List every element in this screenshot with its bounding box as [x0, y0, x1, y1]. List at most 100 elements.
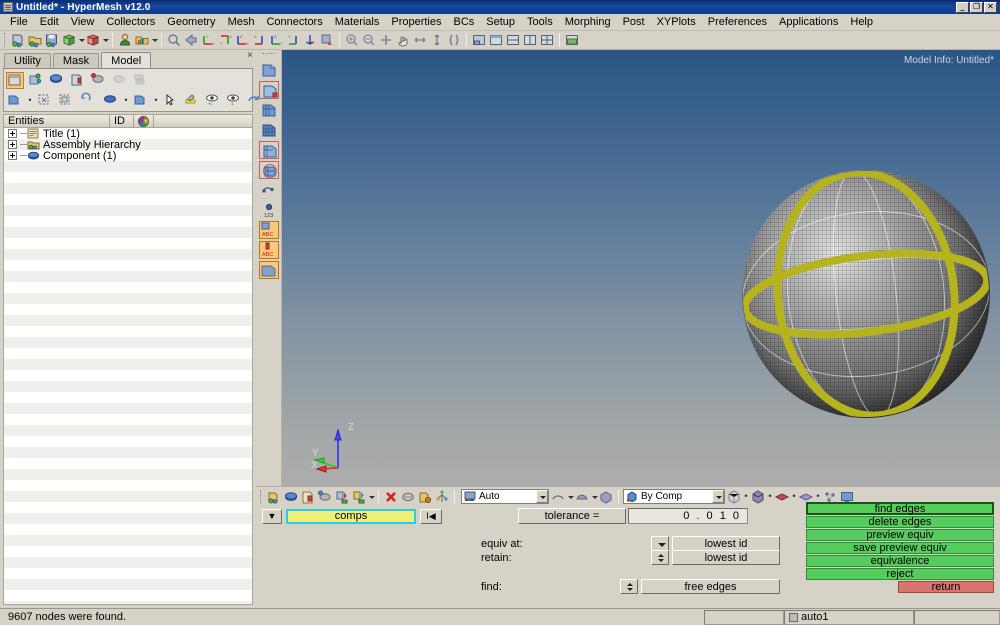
- clipping-icon[interactable]: [446, 32, 462, 48]
- graphics-viewport[interactable]: Model Info: Untitled* Z Y X: [282, 50, 1000, 486]
- menu-view[interactable]: View: [65, 15, 101, 29]
- color-mode-combo[interactable]: By Comp: [623, 489, 725, 504]
- view-yz-icon[interactable]: Y: [285, 32, 301, 48]
- export-solver-icon[interactable]: [351, 489, 367, 505]
- highlight-icon[interactable]: [183, 92, 201, 109]
- new-model-icon[interactable]: [10, 32, 26, 48]
- renumber-icon[interactable]: [417, 489, 433, 505]
- tree-item-title[interactable]: Title (1): [4, 128, 252, 140]
- status-mode-cell[interactable]: auto1: [784, 609, 914, 625]
- color-dropdown-arrow[interactable]: [151, 32, 158, 48]
- model-browser-icon[interactable]: [6, 71, 24, 89]
- preview-equiv-button[interactable]: preview equiv: [806, 529, 994, 541]
- menu-mesh[interactable]: Mesh: [222, 15, 261, 29]
- view-zx-icon[interactable]: ZX: [234, 32, 250, 48]
- shaded-dropdown[interactable]: •: [767, 488, 773, 505]
- reset-selection-button[interactable]: I◀: [420, 508, 442, 524]
- tab-mask[interactable]: Mask: [52, 53, 100, 68]
- view-xy-icon[interactable]: YX: [200, 32, 216, 48]
- mesh-mode-combo[interactable]: Auto: [461, 489, 549, 504]
- node-numbers-icon[interactable]: 123: [259, 201, 279, 219]
- find-stepper[interactable]: [620, 579, 638, 594]
- menu-setup[interactable]: Setup: [480, 15, 521, 29]
- surface-dropdown[interactable]: [591, 489, 598, 505]
- close-button[interactable]: ✕: [984, 1, 997, 13]
- organize-icon[interactable]: [400, 489, 416, 505]
- color-settings-icon[interactable]: [134, 32, 150, 48]
- import-icon[interactable]: [61, 32, 77, 48]
- menu-file[interactable]: File: [4, 15, 34, 29]
- flag-view-icon[interactable]: [319, 32, 335, 48]
- fit-view-icon[interactable]: [344, 32, 360, 48]
- collector-icon[interactable]: [266, 489, 282, 505]
- part-browser-icon[interactable]: [90, 72, 108, 89]
- expand-toggle-icon[interactable]: [8, 140, 17, 149]
- component-collector-icon[interactable]: [283, 489, 299, 505]
- menu-connectors[interactable]: Connectors: [260, 15, 328, 29]
- menu-collectors[interactable]: Collectors: [100, 15, 161, 29]
- wireframe-dropdown[interactable]: •: [743, 488, 749, 505]
- menu-preferences[interactable]: Preferences: [702, 15, 773, 29]
- color-mode-dropdown-arrow[interactable]: [712, 490, 724, 503]
- retain-stepper[interactable]: [651, 550, 669, 565]
- mesh-lines-icon[interactable]: [258, 161, 279, 179]
- save-preview-equiv-button[interactable]: save preview equiv: [806, 542, 994, 554]
- component-names-icon[interactable]: ABC: [258, 241, 279, 259]
- pan-icon[interactable]: [395, 32, 411, 48]
- equiv-at-value[interactable]: lowest id: [672, 536, 780, 551]
- vtoolbar-grip[interactable]: [261, 53, 276, 57]
- tree-item-assembly-hierarchy[interactable]: Assembly Hierarchy: [4, 139, 252, 151]
- shrink-icon[interactable]: [550, 489, 566, 505]
- menu-materials[interactable]: Materials: [329, 15, 386, 29]
- view-yx-icon[interactable]: XY: [217, 32, 233, 48]
- tolerance-input[interactable]: 0 . 0 1 0: [628, 508, 748, 524]
- display-all-dropdown[interactable]: •: [27, 92, 33, 109]
- wireframe-mesh-icon[interactable]: [259, 121, 279, 139]
- find-edges-button[interactable]: find edges: [806, 502, 994, 515]
- component-display-icon[interactable]: [132, 92, 150, 109]
- wireframe-mode-icon[interactable]: [726, 489, 742, 505]
- include-icon[interactable]: [69, 72, 87, 89]
- window-1-icon[interactable]: [488, 32, 504, 48]
- retain-value[interactable]: lowest id: [672, 550, 780, 565]
- minimize-button[interactable]: _: [956, 1, 969, 13]
- entity-state-icon[interactable]: [111, 72, 129, 89]
- previous-view-icon[interactable]: [183, 32, 199, 48]
- user-profile-icon[interactable]: [117, 32, 133, 48]
- expand-toggle-icon[interactable]: [8, 129, 17, 138]
- view-zy-icon[interactable]: ZY: [268, 32, 284, 48]
- expand-toggle-icon[interactable]: [8, 151, 17, 160]
- panel-close-icon[interactable]: ×: [247, 50, 253, 61]
- menu-tools[interactable]: Tools: [521, 15, 559, 29]
- pick-icon[interactable]: [162, 92, 180, 109]
- menu-applications[interactable]: Applications: [773, 15, 844, 29]
- open-model-icon[interactable]: [27, 32, 43, 48]
- tolerance-button[interactable]: tolerance =: [518, 508, 626, 524]
- export-dropdown-arrow[interactable]: [102, 32, 109, 48]
- menu-xyplots[interactable]: XYPlots: [651, 15, 702, 29]
- feature-lines-icon[interactable]: [259, 181, 279, 199]
- meshed-sphere-model[interactable]: [742, 170, 990, 418]
- shaded-elements-icon[interactable]: [258, 141, 279, 159]
- component-icon[interactable]: [27, 72, 45, 89]
- element-numbers-icon[interactable]: ABC: [258, 221, 279, 239]
- zoom-icon[interactable]: [166, 32, 182, 48]
- shaded-geom-icon[interactable]: [259, 61, 279, 79]
- menu-morphing[interactable]: Morphing: [559, 15, 617, 29]
- menu-help[interactable]: Help: [844, 15, 879, 29]
- transparency-icon[interactable]: [258, 261, 279, 279]
- return-button[interactable]: return: [898, 581, 994, 593]
- include-collector-icon[interactable]: [300, 489, 316, 505]
- import-dropdown-arrow[interactable]: [78, 32, 85, 48]
- restore-button[interactable]: ❐: [970, 1, 983, 13]
- column-color[interactable]: [134, 115, 154, 127]
- show-one-icon[interactable]: 1: [225, 92, 243, 109]
- reverse-icon[interactable]: [78, 92, 96, 109]
- toolbar-grip[interactable]: [4, 33, 7, 47]
- shaded-edges-dropdown[interactable]: •: [791, 488, 797, 505]
- assembly-icon[interactable]: [317, 489, 333, 505]
- window-3-icon[interactable]: [522, 32, 538, 48]
- show-icon[interactable]: +/-: [204, 92, 222, 109]
- equivalence-button[interactable]: equivalence: [806, 555, 994, 567]
- model-tree[interactable]: Title (1) Assembly Hierarchy Component (…: [3, 128, 253, 605]
